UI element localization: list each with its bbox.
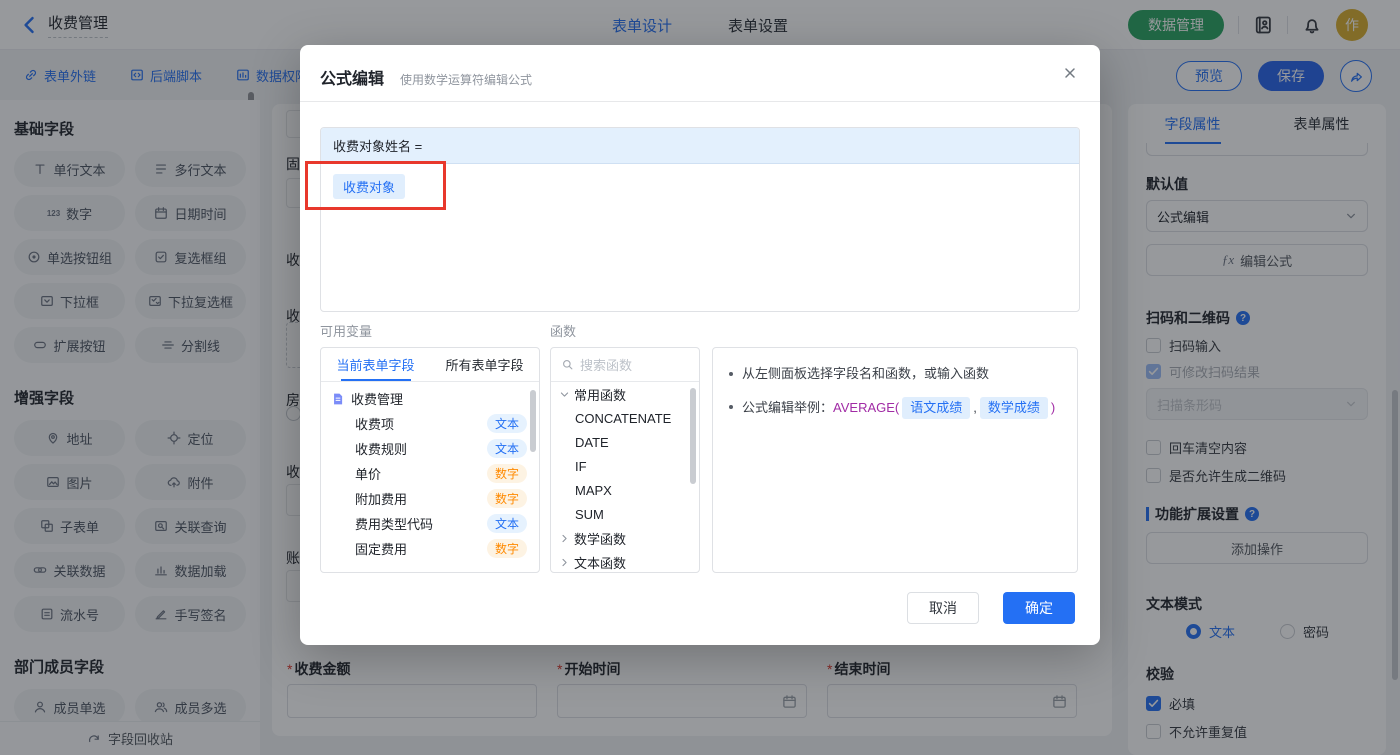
tab-current-form-fields[interactable]: 当前表单字段 xyxy=(321,348,430,381)
bullet-icon xyxy=(729,405,733,409)
function-item[interactable]: MAPX xyxy=(551,478,699,502)
variable-row[interactable]: 费用类型代码 文本 xyxy=(321,511,539,536)
tip-line: 从左侧面板选择字段名和函数，或输入函数 xyxy=(727,364,1063,384)
modal-subtitle: 使用数学运算符编辑公式 xyxy=(400,73,533,87)
function-group-math[interactable]: 数学函数 xyxy=(551,526,699,550)
document-icon xyxy=(331,392,345,406)
function-item[interactable]: DATE xyxy=(551,430,699,454)
function-group-text[interactable]: 文本函数 xyxy=(551,550,699,572)
formula-target: 收费对象姓名 = xyxy=(321,128,1079,164)
formula-editor-modal: 公式编辑 使用数学运算符编辑公式 收费对象姓名 = 收费对象 可用变量 函数 当… xyxy=(300,45,1100,645)
search-icon xyxy=(561,358,574,371)
variable-row[interactable]: 单价 数字 xyxy=(321,461,539,486)
function-item[interactable]: SUM xyxy=(551,502,699,526)
example-field-chip: 数学成绩 xyxy=(979,397,1048,419)
type-badge: 数字 xyxy=(486,539,527,558)
variable-row[interactable]: 收费规则 文本 xyxy=(321,436,539,461)
function-item[interactable]: IF xyxy=(551,454,699,478)
form-tree-root[interactable]: 收费管理 xyxy=(321,382,539,411)
example-field-chip: 语文成绩 xyxy=(902,397,971,419)
variable-row[interactable]: 固定费用 数字 xyxy=(321,536,539,561)
function-item[interactable]: CONCATENATE xyxy=(551,406,699,430)
variable-row[interactable]: 附加费用 数字 xyxy=(321,486,539,511)
variables-tabs: 当前表单字段 所有表单字段 xyxy=(321,348,539,382)
modal-header: 公式编辑 使用数学运算符编辑公式 xyxy=(300,45,1100,89)
type-badge: 数字 xyxy=(486,464,527,483)
type-badge: 数字 xyxy=(486,489,527,508)
bullet-icon xyxy=(729,372,733,376)
formula-editor-box[interactable]: 收费对象姓名 = 收费对象 xyxy=(320,127,1080,312)
function-group-common[interactable]: 常用函数 xyxy=(551,382,699,406)
chevron-right-icon xyxy=(559,557,570,568)
functions-scrollbar[interactable] xyxy=(690,388,696,484)
chevron-down-icon xyxy=(559,389,570,400)
chevron-right-icon xyxy=(559,533,570,544)
search-placeholder: 搜索函数 xyxy=(580,358,633,373)
formula-field-chip[interactable]: 收费对象 xyxy=(333,174,406,199)
example-function: AVERAGE( xyxy=(833,400,900,415)
type-badge: 文本 xyxy=(486,514,527,533)
confirm-button[interactable]: 确定 xyxy=(1003,592,1075,624)
function-search-input[interactable]: 搜索函数 xyxy=(551,348,699,382)
variables-scrollbar[interactable] xyxy=(530,390,536,452)
formula-body[interactable]: 收费对象 xyxy=(321,164,1079,209)
tip-example-line: 公式编辑举例：AVERAGE(语文成绩, 数学成绩) xyxy=(727,397,1063,419)
type-badge: 文本 xyxy=(486,414,527,433)
type-badge: 文本 xyxy=(486,439,527,458)
variables-label: 可用变量 xyxy=(320,324,373,339)
tab-all-form-fields[interactable]: 所有表单字段 xyxy=(430,348,539,381)
cancel-button[interactable]: 取消 xyxy=(907,592,979,624)
modal-title: 公式编辑 xyxy=(320,71,385,88)
variable-row[interactable]: 收费项 文本 xyxy=(321,411,539,436)
tips-panel: 从左侧面板选择字段名和函数，或输入函数 公式编辑举例：AVERAGE(语文成绩,… xyxy=(712,347,1078,573)
variables-panel: 当前表单字段 所有表单字段 收费管理 收费项 文本 收费规则 文本 单价 数字 附加费… xyxy=(320,347,540,573)
functions-panel: 搜索函数 常用函数 CONCATENATE DATE IF MAPX SUM 数… xyxy=(550,347,700,573)
close-icon[interactable] xyxy=(1062,65,1078,81)
modal-divider xyxy=(300,101,1100,102)
functions-label: 函数 xyxy=(550,324,577,339)
